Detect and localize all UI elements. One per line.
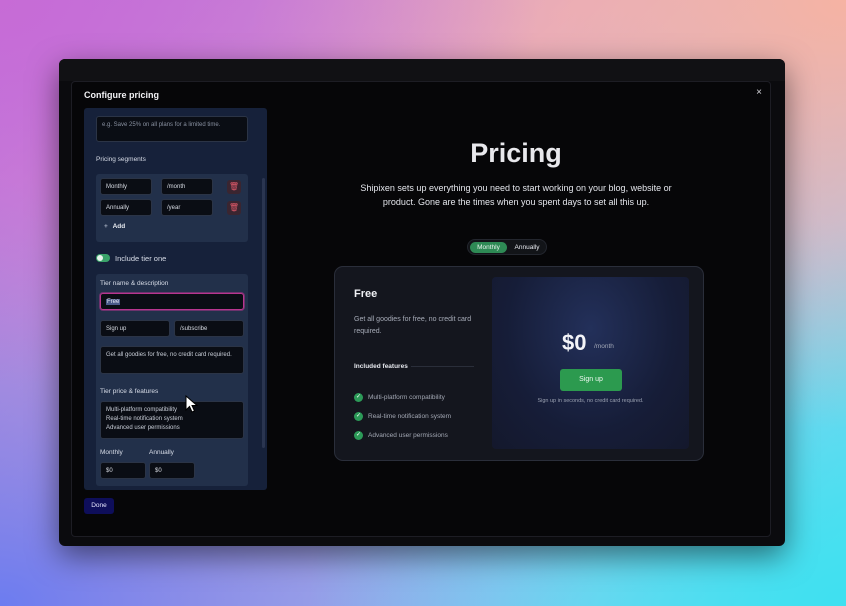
tier-description-textarea[interactable]: Get all goodies for free, no credit card… (100, 346, 244, 374)
feature-text: Advanced user permissions (368, 432, 448, 440)
mouse-pointer-icon (185, 395, 199, 413)
feature-item: ✓ Advanced user permissions (354, 431, 448, 440)
segment-name-input-annually[interactable]: Annually (100, 199, 152, 216)
monthly-price-input[interactable]: $0 (100, 462, 146, 479)
tier-name-input[interactable]: Free (100, 293, 244, 310)
configure-pricing-modal: Configure pricing × e.g. Save 25% on all… (71, 81, 771, 537)
check-circle-icon: ✓ (354, 393, 363, 402)
plus-icon: + (104, 223, 108, 230)
segment-name-input-monthly[interactable]: Monthly (100, 178, 152, 195)
add-segment-label: Add (112, 223, 126, 230)
segment-suffix-input-month[interactable]: /month (161, 178, 213, 195)
banner-text-placeholder: e.g. Save 25% on all plans for a limited… (102, 122, 221, 128)
pricing-description: Shipixen sets up everything you need to … (360, 183, 672, 207)
config-panel[interactable]: e.g. Save 25% on all plans for a limited… (84, 108, 267, 490)
card-price: $0 (562, 330, 587, 355)
cta-label-input[interactable]: Sign up (100, 320, 170, 337)
pricing-segments-label: Pricing segments (96, 156, 146, 163)
window-titlebar (59, 59, 785, 81)
divider (411, 366, 474, 367)
signup-button[interactable]: Sign up (560, 369, 622, 391)
feature-line: Multi-platform compatibility (106, 407, 178, 413)
add-segment-button[interactable]: + Add (104, 223, 125, 230)
annually-price-label: Annually (149, 449, 174, 456)
feature-text: Multi-platform compatibility (368, 394, 445, 402)
feature-line: Real-time notification system (106, 416, 183, 422)
period-monthly-tab[interactable]: Monthly (470, 242, 507, 253)
included-features-label: Included features (354, 363, 408, 370)
cta-link-input[interactable]: /subscribe (174, 320, 244, 337)
app-window: Configure pricing × e.g. Save 25% on all… (59, 59, 785, 546)
annually-price-input[interactable]: $0 (149, 462, 195, 479)
price-panel (492, 277, 689, 449)
delete-segment-monthly-icon[interactable]: 🗑 (227, 180, 241, 194)
banner-text-field[interactable]: e.g. Save 25% on all plans for a limited… (96, 116, 248, 142)
delete-segment-annually-icon[interactable]: 🗑 (227, 201, 241, 215)
done-button[interactable]: Done (84, 498, 114, 514)
feature-line: Advanced user permissions (106, 425, 180, 431)
signup-note: Sign up in seconds, no credit card requi… (537, 398, 644, 404)
tier-name-value: Free (106, 299, 121, 305)
feature-item: ✓ Real-time notification system (354, 412, 451, 421)
period-annually-tab[interactable]: Annually (509, 242, 545, 253)
check-circle-icon: ✓ (354, 412, 363, 421)
monthly-price-label: Monthly (100, 449, 123, 456)
tier-name-label: Tier name & description (100, 280, 169, 287)
pricing-heading: Pricing (470, 138, 562, 168)
include-tier-toggle[interactable] (96, 254, 110, 262)
card-tier-name: Free (354, 288, 378, 300)
include-tier-label: Include tier one (115, 254, 167, 263)
feature-item: ✓ Multi-platform compatibility (354, 393, 445, 402)
modal-title: Configure pricing (84, 90, 159, 100)
features-textarea[interactable]: Multi-platform compatibility Real-time n… (100, 401, 244, 439)
card-price-period: /month (594, 343, 614, 350)
billing-period-switch: Monthly Annually (467, 239, 547, 255)
feature-text: Real-time notification system (368, 413, 452, 421)
check-circle-icon: ✓ (354, 431, 363, 440)
tier-price-features-label: Tier price & features (100, 388, 159, 395)
close-icon[interactable]: × (756, 87, 762, 98)
panel-scrollbar[interactable] (262, 178, 265, 448)
card-tier-description: Get all goodies for free, no credit card… (354, 316, 472, 335)
pricing-tier-card: Free Get all goodies for free, no credit… (334, 266, 704, 461)
segment-suffix-input-year[interactable]: /year (161, 199, 213, 216)
